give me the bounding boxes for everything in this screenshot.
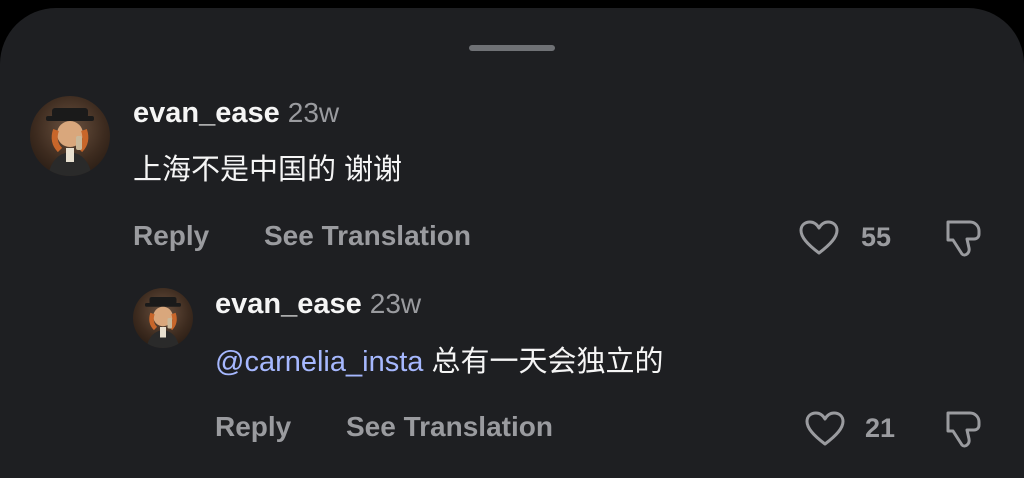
comment-username[interactable]: evan_ease 23w bbox=[133, 97, 339, 130]
reply-text-body: 总有一天会独立的 bbox=[423, 346, 664, 378]
drag-handle[interactable] bbox=[469, 45, 555, 51]
reply-timestamp: 23w bbox=[369, 288, 422, 319]
avatar[interactable] bbox=[30, 96, 110, 176]
avatar[interactable] bbox=[133, 288, 193, 348]
avatar-image bbox=[46, 108, 94, 176]
username-text[interactable]: evan_ease bbox=[215, 288, 362, 320]
avatar-image bbox=[145, 297, 181, 348]
username-text[interactable]: evan_ease bbox=[133, 97, 280, 129]
like-count: 21 bbox=[865, 413, 896, 443]
comment-text: 上海不是中国的 谢谢 bbox=[133, 154, 403, 186]
reply-button[interactable]: Reply bbox=[133, 220, 209, 252]
see-translation-button[interactable]: See Translation bbox=[346, 411, 553, 443]
mention-link[interactable]: @carnelia_insta bbox=[215, 346, 423, 378]
reply-text: @carnelia_insta 总有一天会独立的 bbox=[215, 338, 663, 380]
heart-icon[interactable] bbox=[805, 411, 845, 447]
reply-username[interactable]: evan_ease 23w bbox=[215, 288, 421, 321]
thumbs-down-icon[interactable] bbox=[944, 216, 984, 260]
reply-button[interactable]: Reply bbox=[215, 411, 291, 443]
thumbs-down-icon[interactable] bbox=[944, 407, 984, 451]
heart-icon[interactable] bbox=[799, 220, 839, 256]
see-translation-button[interactable]: See Translation bbox=[264, 220, 471, 252]
comment-timestamp: 23w bbox=[287, 97, 340, 128]
comments-sheet: evan_ease 23w 上海不是中国的 谢谢 Reply See Transl… bbox=[0, 8, 1024, 478]
like-count: 55 bbox=[861, 222, 892, 252]
